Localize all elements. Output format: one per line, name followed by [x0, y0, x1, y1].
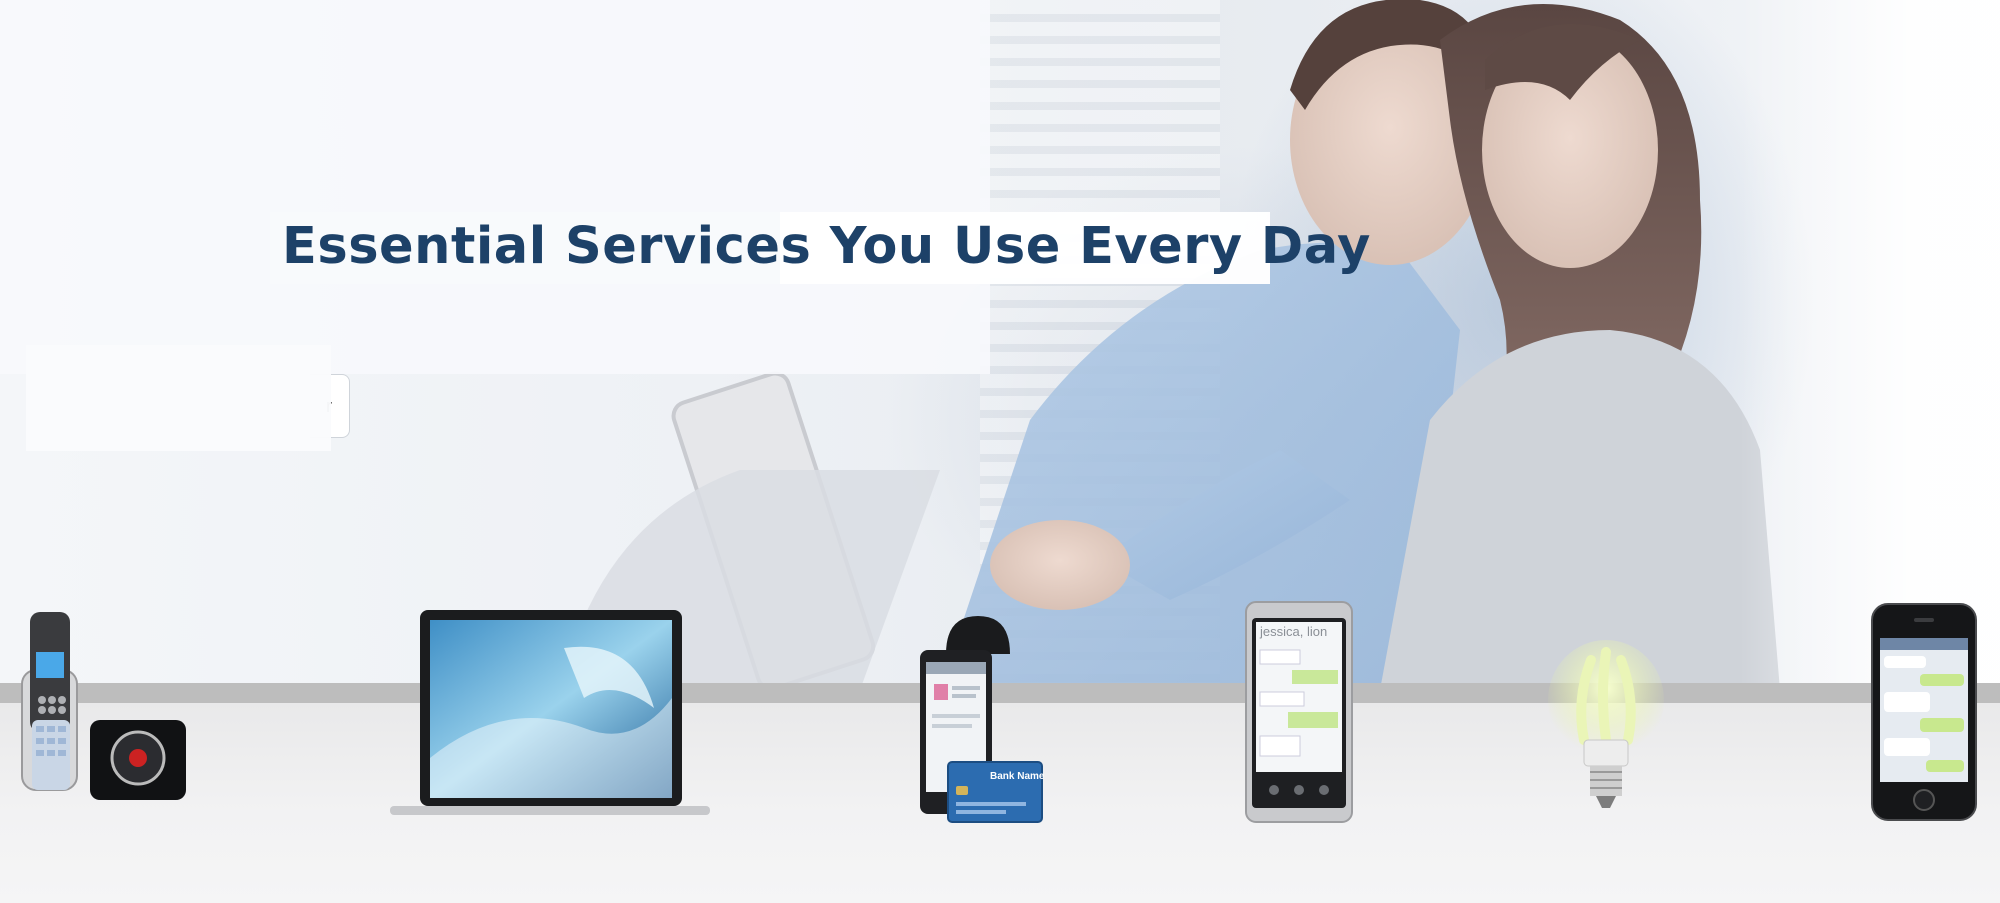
nokia-screen-header: jessica, lion — [1259, 624, 1327, 639]
smartphone-messaging-icon: jessica, lion — [1244, 600, 1356, 825]
card-reader-phone-icon: Bank Name — [918, 614, 1050, 824]
card-label: Bank Name — [990, 771, 1045, 782]
iphone-icon — [1870, 602, 1980, 824]
cta-overlay-box — [26, 345, 331, 451]
cordless-phone-icon — [14, 610, 194, 820]
hero-overlay-panel — [0, 0, 990, 374]
laptop-icon — [384, 608, 714, 823]
page-title: Essential Services You Use Every Day — [282, 217, 1371, 276]
headline-part-1: Essential Services — [282, 217, 812, 276]
headline-part-2: You Use Every Day — [829, 217, 1371, 276]
light-bulb-icon — [1546, 640, 1666, 830]
headline-banner: Essential Services You Use Every Day — [270, 212, 1370, 284]
